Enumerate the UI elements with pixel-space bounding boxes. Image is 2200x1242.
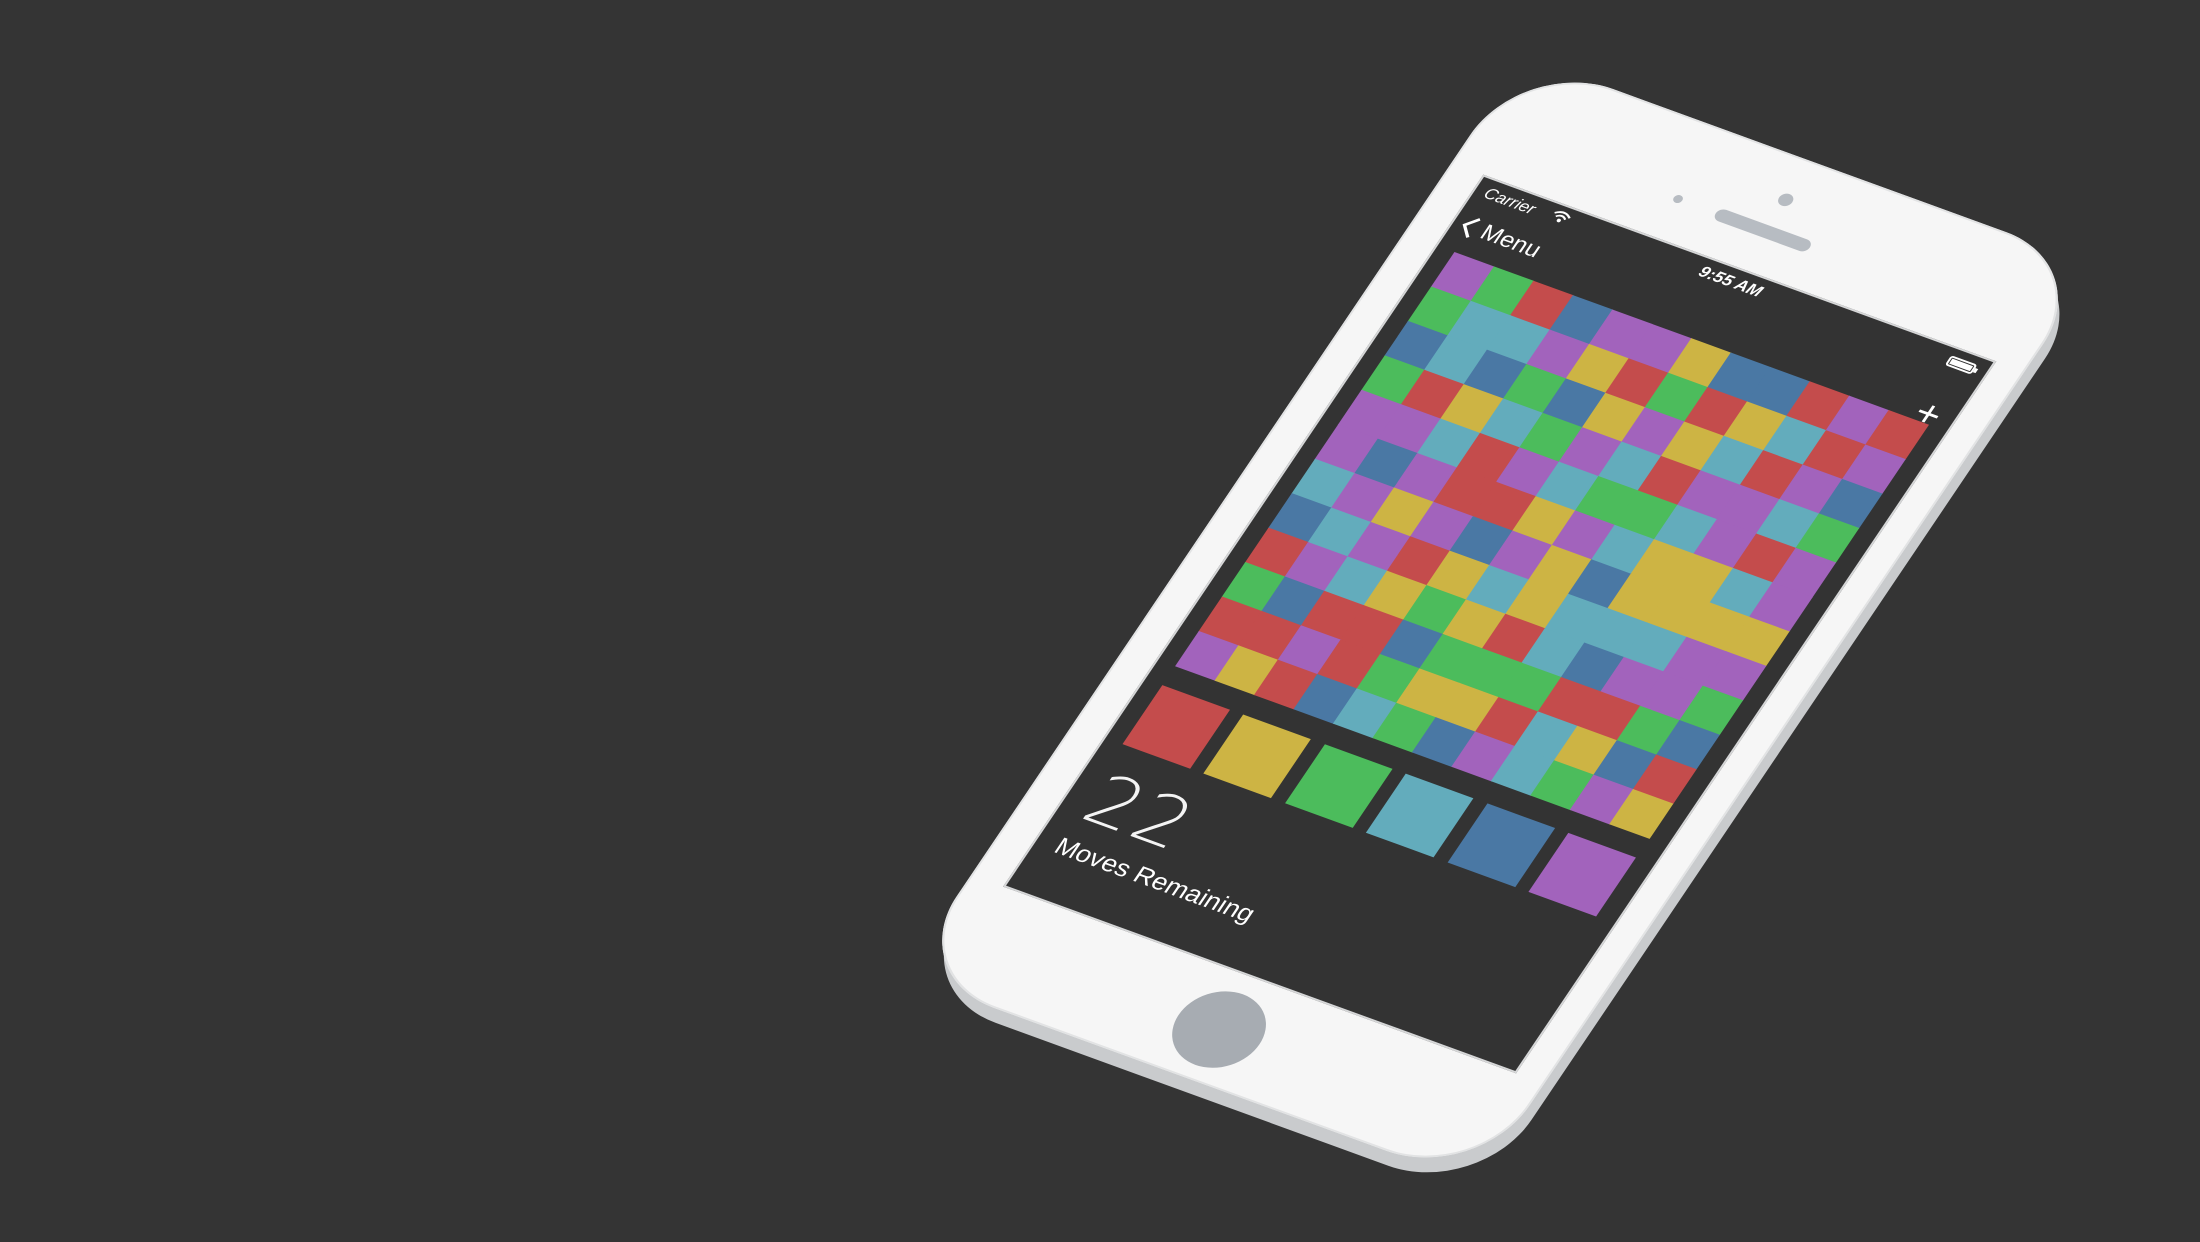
home-button[interactable] [1154,979,1284,1080]
back-button-label: Menu [1475,220,1547,263]
color-swatch-purple[interactable] [1528,832,1636,917]
sensor-icon [1671,193,1685,205]
speaker-icon [1711,207,1814,254]
phone: Carrier 9:55 AM Menu + 22 Moves Remainin… [903,56,2099,1199]
background: Carrier 9:55 AM Menu + 22 Moves Remainin… [0,0,2200,1242]
screen: Carrier 9:55 AM Menu + 22 Moves Remainin… [1003,174,1997,1074]
camera-icon [1775,191,1797,209]
phone-body: Carrier 9:55 AM Menu + 22 Moves Remainin… [903,56,2097,1184]
